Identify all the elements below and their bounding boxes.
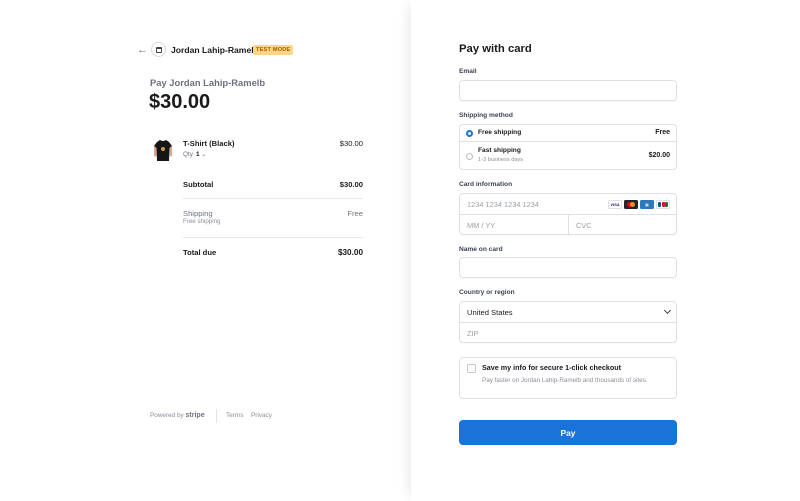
divider (183, 198, 363, 199)
save-info-title: Save my info for secure 1-click checkout (482, 363, 622, 372)
terms-link[interactable]: Terms (226, 412, 243, 419)
chevron-down-icon (663, 306, 672, 315)
zip-input[interactable]: ZIP (460, 323, 676, 343)
shipping-option-sub: 1-3 business days (478, 157, 524, 163)
merchant-name[interactable]: Jordan Lahip-Ramelb (171, 45, 259, 55)
expiry-placeholder: MM / YY (467, 221, 496, 230)
address-group: United States ZIP (459, 301, 677, 343)
quantity-selector[interactable]: Qty 1 ⌄ (183, 151, 206, 158)
email-field[interactable] (459, 80, 677, 101)
pay-to-label: Pay Jordan Lahip-Ramelb (150, 77, 266, 88)
card-number-placeholder: 1234 1234 1234 1234 (467, 200, 539, 209)
back-arrow-icon[interactable]: ← (137, 44, 148, 56)
chevron-down-icon: ⌄ (201, 152, 207, 158)
radio-unselected[interactable] (466, 153, 473, 160)
stripe-logo: stripe (185, 412, 205, 419)
total-amount: $30.00 (149, 91, 211, 113)
total-value: $30.00 (337, 248, 363, 257)
country-select[interactable]: United States (460, 302, 676, 323)
test-mode-badge: TEST MODE (253, 44, 294, 55)
shipping-option-free[interactable]: Free shipping Free (460, 125, 676, 142)
save-info-description: Pay faster on Jordan Lahip-Ramelb and th… (482, 377, 648, 384)
card-number-input[interactable]: 1234 1234 1234 1234 VISA ▦ (460, 194, 676, 215)
shipping-option-name: Free shipping (478, 129, 522, 136)
cvc-input[interactable]: CVC (569, 215, 676, 235)
shipping-method-group: Free shipping Free Fast shipping 1-3 bus… (459, 124, 677, 170)
jcb-icon (656, 200, 670, 209)
cvc-placeholder: CVC (576, 221, 592, 230)
card-info-group: 1234 1234 1234 1234 VISA ▦ MM / YY CVC (459, 193, 677, 235)
subtotal-value: $30.00 (339, 180, 363, 189)
shipping-value: Free (347, 209, 363, 218)
country-label: Country or region (459, 289, 515, 296)
card-info-label: Card information (459, 181, 513, 188)
qty-label: Qty (183, 151, 193, 158)
tshirt-image (154, 140, 172, 161)
country-value: United States (467, 308, 513, 317)
form-title: Pay with card (459, 43, 532, 55)
privacy-link[interactable]: Privacy (251, 412, 272, 419)
shipping-label: Shipping (183, 209, 213, 218)
shipping-option-name: Fast shipping (478, 147, 521, 154)
amex-icon: ▦ (640, 200, 654, 209)
shipping-sub: Free shipping (183, 218, 221, 225)
divider (183, 237, 363, 238)
footer-divider (216, 409, 217, 423)
visa-icon: VISA (608, 200, 622, 209)
powered-by-stripe[interactable]: Powered by stripe (150, 412, 205, 419)
email-label: Email (459, 68, 477, 75)
powered-prefix: Powered by (150, 412, 184, 419)
zip-placeholder: ZIP (467, 329, 479, 338)
expiry-input[interactable]: MM / YY (460, 215, 569, 235)
shipping-method-label: Shipping method (459, 112, 513, 119)
merchant-logo-icon (151, 42, 166, 57)
save-info-box: Save my info for secure 1-click checkout… (459, 357, 677, 399)
mastercard-icon (624, 200, 638, 209)
product-price: $30.00 (339, 139, 363, 148)
radio-selected[interactable] (466, 130, 473, 137)
shipping-option-price: Free (655, 129, 670, 136)
name-on-card-field[interactable] (459, 257, 677, 278)
save-info-checkbox[interactable] (467, 364, 476, 373)
card-brands: VISA ▦ (608, 200, 670, 209)
pay-button[interactable]: Pay (459, 420, 677, 445)
shipping-option-fast[interactable]: Fast shipping 1-3 business days $20.00 (460, 142, 676, 169)
subtotal-label: Subtotal (183, 180, 214, 189)
total-label: Total due (183, 248, 217, 257)
qty-value: 1 (195, 151, 200, 158)
name-label: Name on card (459, 246, 503, 253)
shipping-option-price: $20.00 (648, 152, 670, 159)
